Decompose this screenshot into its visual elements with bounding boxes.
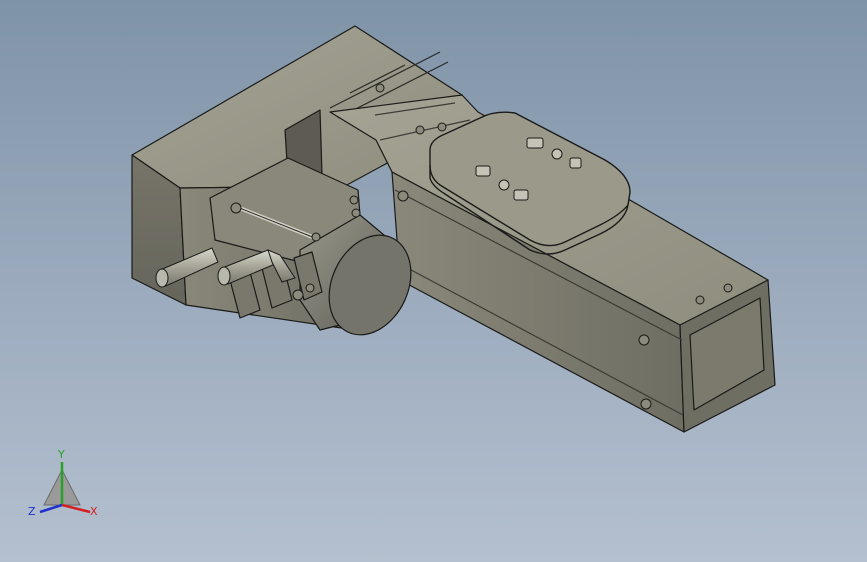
screw [349, 195, 359, 205]
screw [437, 122, 447, 132]
drive-switch-icon [551, 148, 563, 160]
cad-viewport[interactable]: Y X Z [0, 0, 867, 562]
cable-connector-icon [475, 165, 491, 177]
screw [415, 125, 425, 135]
x-axis [61, 503, 91, 514]
screw [305, 283, 315, 293]
port-icon [513, 189, 529, 201]
port-icon [569, 157, 582, 169]
model-canvas[interactable]: Y X Z [0, 0, 867, 562]
screw [351, 208, 361, 218]
z-axis-label: Z [28, 505, 36, 518]
screw [640, 398, 652, 410]
screw [397, 190, 409, 202]
screw [311, 232, 321, 242]
y-axis-label: Y [57, 448, 65, 461]
cable-connector-icon [526, 137, 544, 149]
screw [230, 202, 242, 214]
orientation-triad[interactable]: Y X Z [28, 448, 98, 518]
x-axis-label: X [90, 505, 98, 518]
screw [695, 295, 705, 305]
drive-switch-icon [498, 179, 510, 191]
screw [723, 283, 733, 293]
z-axis [39, 503, 63, 514]
screw [638, 334, 650, 346]
screw [375, 83, 385, 93]
screw [292, 289, 304, 301]
